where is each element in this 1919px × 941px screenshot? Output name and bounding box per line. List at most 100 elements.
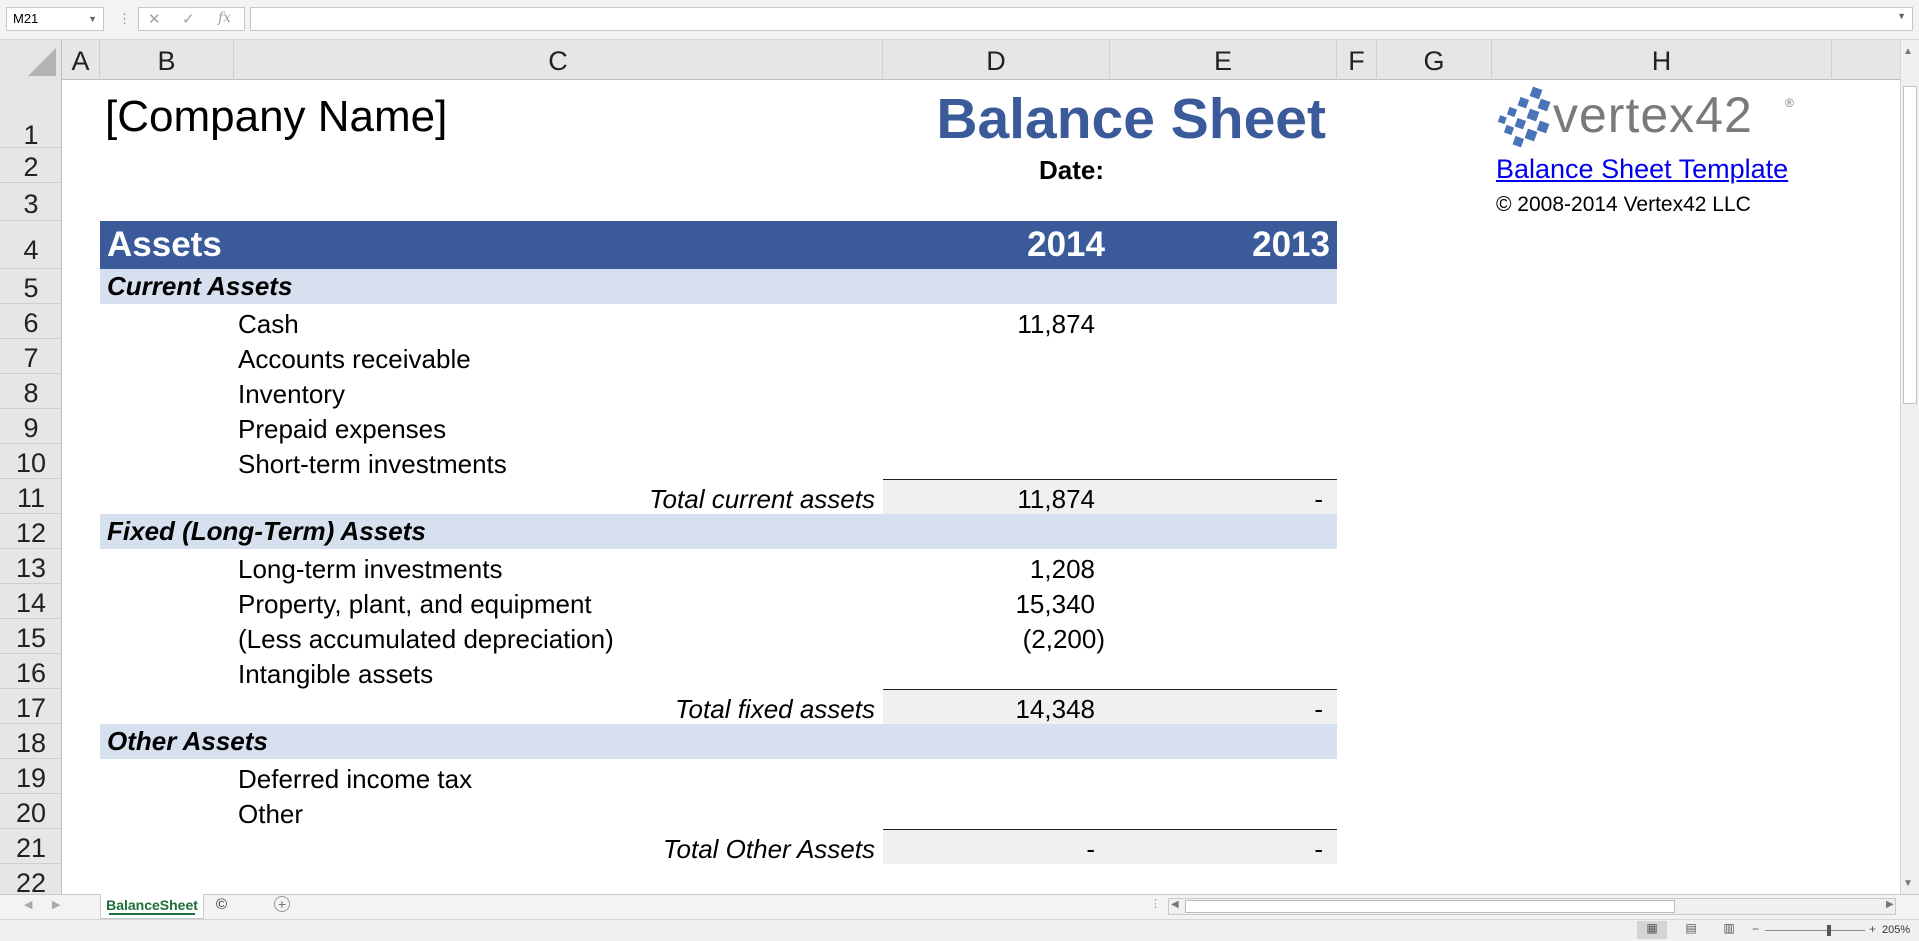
section-title: Other Assets [107,726,268,756]
row-header[interactable]: 1 [0,80,62,150]
insert-function-icon[interactable]: fx [218,10,231,26]
chevron-down-icon[interactable]: ▼ [88,8,97,30]
zoom-slider-thumb[interactable] [1827,925,1831,936]
section-other-assets[interactable]: Other Assets [100,724,1337,759]
total-2014-value[interactable]: 14,348 [884,694,1095,725]
row-header[interactable]: 2 [0,148,62,183]
total-label[interactable]: Total fixed assets [300,694,875,725]
line-item-value[interactable]: 1,208 [884,554,1095,585]
tab-prev-icon[interactable]: ◀ [24,898,32,911]
more-options-icon[interactable]: ⋮ [118,11,131,27]
column-header-a[interactable]: A [62,40,100,80]
scroll-right-icon[interactable]: ▶ [1886,899,1894,910]
section-current-assets[interactable]: Current Assets [100,269,1337,304]
zoom-out-icon[interactable]: − [1752,922,1759,936]
add-sheet-icon[interactable]: + [274,896,290,912]
sheet-tab-balancesheet[interactable]: BalanceSheet [100,894,204,919]
tab-next-icon[interactable]: ▶ [52,898,60,911]
expand-formula-icon[interactable]: ▼ [1897,11,1906,21]
total-2014-value[interactable]: - [884,834,1095,865]
line-item-label[interactable]: (Less accumulated depreciation) [238,624,614,655]
year-2013-header: 2013 [1252,225,1330,264]
horizontal-scroll-thumb[interactable] [1185,900,1675,913]
row-header[interactable]: 15 [0,619,62,654]
zoom-in-icon[interactable]: + [1869,922,1876,936]
row-header[interactable]: 16 [0,654,62,689]
row-header[interactable]: 7 [0,339,62,374]
date-label[interactable]: Date: [880,155,1104,186]
section-fixed-assets[interactable]: Fixed (Long-Term) Assets [100,514,1337,549]
column-header-c[interactable]: C [234,40,883,80]
total-2014-value[interactable]: 11,874 [884,484,1095,515]
row-header[interactable]: 11 [0,479,62,514]
row-header[interactable]: 20 [0,794,62,829]
copyright-text: © 2008-2014 Vertex42 LLC [1496,193,1751,216]
formula-buttons: ✕ ✓ fx [138,7,245,31]
row-header[interactable]: 8 [0,374,62,409]
page-layout-view-icon[interactable]: ▤ [1676,921,1706,939]
row-header[interactable]: 12 [0,514,62,549]
total-2013-value[interactable]: - [1110,834,1323,865]
company-name-cell[interactable]: [Company Name] [105,92,447,142]
row-header[interactable]: 19 [0,759,62,794]
enter-icon[interactable]: ✓ [182,10,195,28]
column-header-h[interactable]: H [1492,40,1832,80]
line-item-label[interactable]: Prepaid expenses [238,414,446,445]
formula-input[interactable]: ▼ [250,7,1913,31]
total-2013-value[interactable]: - [1110,694,1323,725]
column-header-g[interactable]: G [1377,40,1492,80]
column-header-b[interactable]: B [100,40,234,80]
row-header[interactable]: 6 [0,304,62,339]
line-item-label[interactable]: Long-term investments [238,554,502,585]
line-item-label[interactable]: Inventory [238,379,345,410]
row-header[interactable]: 13 [0,549,62,584]
vertex42-logo: vertex42 ® [1497,86,1794,157]
column-header-d[interactable]: D [883,40,1110,80]
line-item-label[interactable]: Intangible assets [238,659,433,690]
section-title: Current Assets [107,271,293,301]
line-item-value[interactable]: 11,874 [884,309,1095,340]
year-2014-header: 2014 [1027,225,1105,264]
scroll-down-icon[interactable]: ▼ [1903,878,1913,889]
vertical-scroll-thumb[interactable] [1903,86,1917,404]
line-item-label[interactable]: Other [238,799,303,830]
line-item-label[interactable]: Accounts receivable [238,344,471,375]
normal-view-icon[interactable]: ▦ [1637,921,1667,939]
scroll-up-icon[interactable]: ▲ [1903,46,1913,57]
total-label[interactable]: Total current assets [300,484,875,515]
line-item-value[interactable]: (2,200) [884,624,1105,655]
line-item-label[interactable]: Short-term investments [238,449,507,480]
scroll-left-icon[interactable]: ◀ [1171,899,1179,910]
line-item-label[interactable]: Property, plant, and equipment [238,589,592,620]
line-item-label[interactable]: Deferred income tax [238,764,472,795]
row-header[interactable]: 5 [0,269,62,304]
row-header[interactable]: 22 [0,864,62,898]
line-item-label[interactable]: Cash [238,309,299,340]
assets-header-row[interactable]: Assets 2014 2013 [100,221,1337,269]
row-header[interactable]: 3 [0,183,62,221]
tab-splitter-icon[interactable]: ⋮ [1150,897,1161,910]
column-header-e[interactable]: E [1110,40,1337,80]
row-header[interactable]: 14 [0,584,62,619]
row-header[interactable]: 17 [0,689,62,724]
total-2013-value[interactable]: - [1110,484,1323,515]
registered-icon: ® [1785,96,1794,110]
cancel-icon[interactable]: ✕ [148,10,161,28]
name-box[interactable]: M21 ▼ [6,7,104,31]
vertex42-logo-mark [1497,86,1551,148]
column-header-f[interactable]: F [1337,40,1377,80]
row-header[interactable]: 4 [0,221,62,269]
sheet-title[interactable]: Balance Sheet [900,86,1326,152]
page-break-view-icon[interactable]: ▥ [1714,921,1744,939]
sheet-tab-copyright[interactable]: © [216,896,227,913]
template-link[interactable]: Balance Sheet Template [1496,154,1788,185]
row-header[interactable]: 18 [0,724,62,759]
row-header[interactable]: 21 [0,829,62,864]
total-label[interactable]: Total Other Assets [300,834,875,865]
line-item-value[interactable]: 15,340 [884,589,1095,620]
row-header[interactable]: 9 [0,409,62,444]
select-all-icon [28,48,56,76]
zoom-level[interactable]: 205% [1882,924,1910,936]
row-header[interactable]: 10 [0,444,62,479]
zoom-slider[interactable] [1765,930,1865,931]
